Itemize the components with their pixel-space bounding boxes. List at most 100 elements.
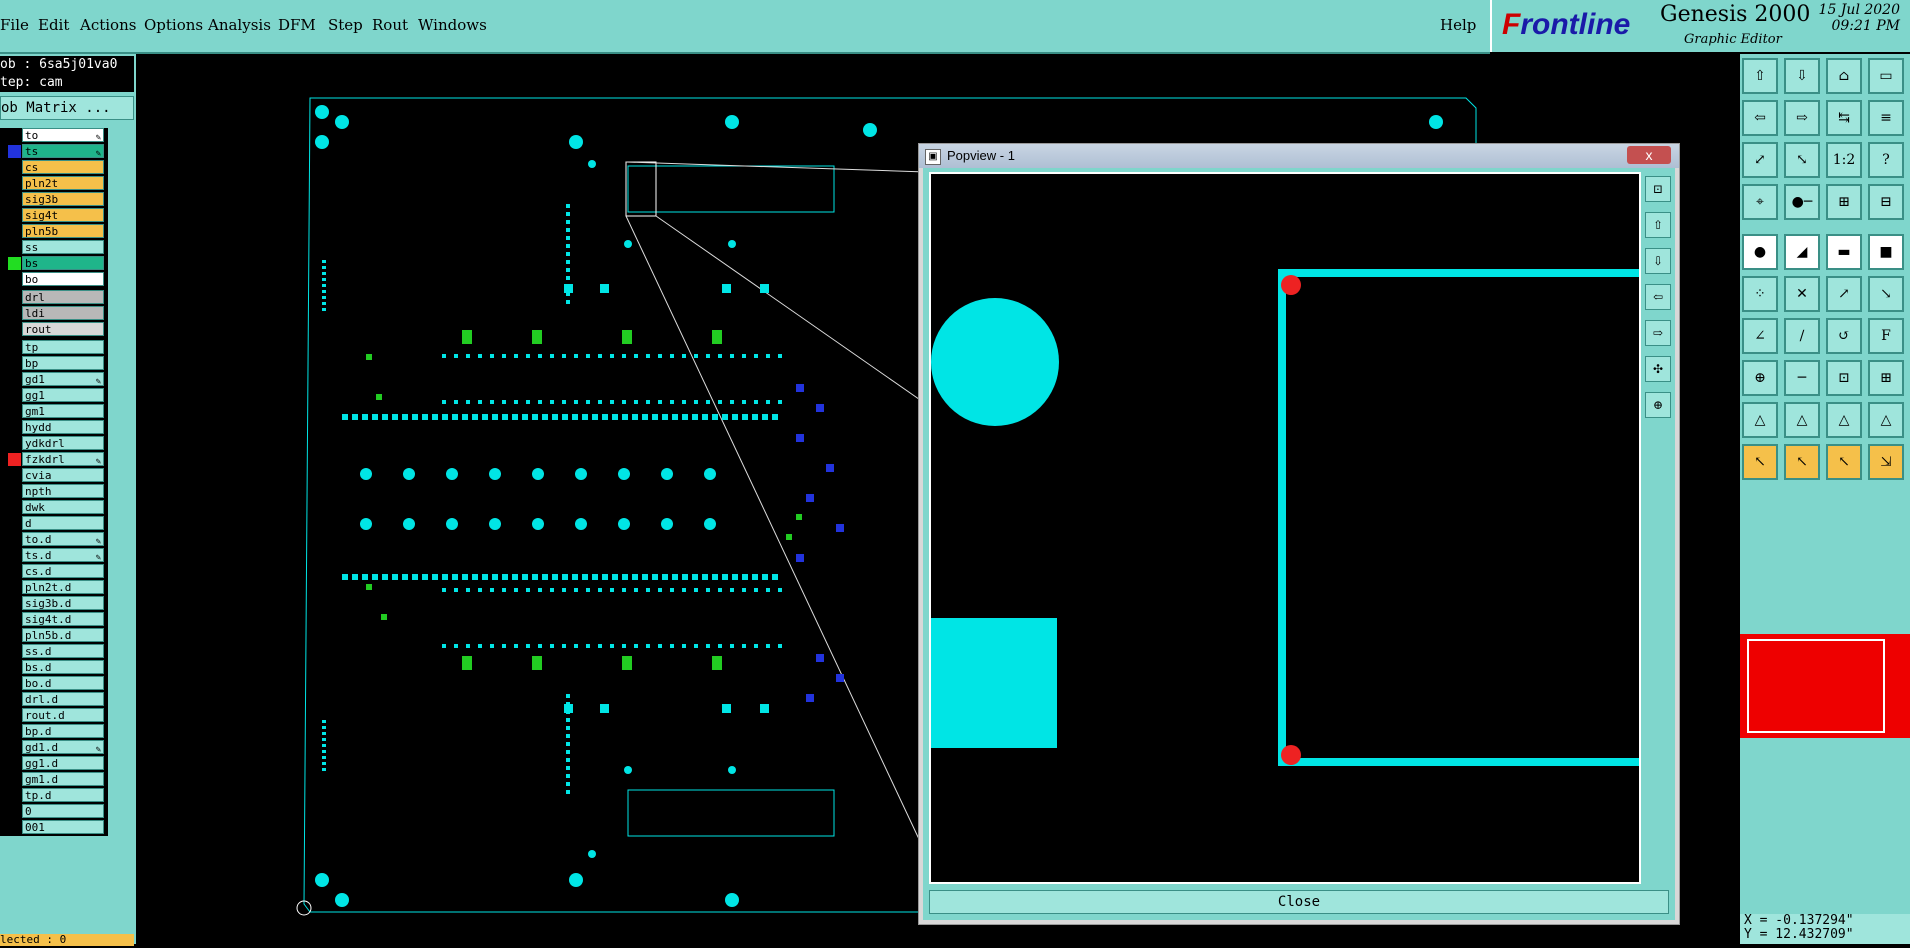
layer-row[interactable]: ydkdrl (0, 436, 108, 452)
layer-color-swatch[interactable] (8, 597, 21, 610)
layer-name[interactable]: bp.d (22, 724, 104, 738)
tool-button-icon[interactable]: ⇦ (1742, 100, 1778, 136)
layer-row[interactable]: gm1 (0, 404, 108, 420)
layer-row[interactable]: 001 (0, 820, 108, 836)
layer-color-swatch[interactable] (8, 725, 21, 738)
tool-button-icon[interactable]: ∠ (1742, 318, 1778, 354)
layer-color-swatch[interactable] (8, 741, 21, 754)
layer-name[interactable]: gm1.d (22, 772, 104, 786)
layer-color-swatch[interactable] (8, 709, 21, 722)
layer-name[interactable]: 001 (22, 820, 104, 834)
layer-color-swatch[interactable] (8, 533, 21, 546)
layer-color-swatch[interactable] (8, 373, 21, 386)
layer-color-swatch[interactable] (8, 485, 21, 498)
layer-color-swatch[interactable] (8, 257, 21, 270)
layer-row[interactable]: bo.d (0, 676, 108, 692)
layer-name[interactable]: ts.d ✎ (22, 548, 104, 563)
tool-button-icon[interactable]: ■ (1868, 234, 1904, 270)
layer-color-swatch[interactable] (8, 177, 21, 190)
tool-button-icon[interactable]: ⇧ (1742, 58, 1778, 94)
tool-button-icon[interactable]: ●─ (1784, 184, 1820, 220)
layer-name[interactable]: gg1.d (22, 756, 104, 770)
layer-color-swatch[interactable] (8, 405, 21, 418)
tool-button-icon[interactable]: ⇩ (1784, 58, 1820, 94)
layer-name[interactable]: sig4t.d (22, 612, 104, 626)
popview-close-button[interactable]: Close (929, 890, 1669, 914)
layer-color-swatch[interactable] (8, 453, 21, 466)
tool-button-icon[interactable]: ∕ (1784, 318, 1820, 354)
tool-button-icon[interactable]: ⊕ (1742, 360, 1778, 396)
tool-button-icon[interactable]: ≡ (1868, 100, 1904, 136)
layer-row[interactable]: bp (0, 356, 108, 372)
layer-color-swatch[interactable] (8, 581, 21, 594)
layer-name[interactable]: d (22, 516, 104, 530)
tool-button-icon[interactable]: ◢ (1784, 234, 1820, 270)
tool-button-icon[interactable]: ⊡ (1826, 360, 1862, 396)
layer-color-swatch[interactable] (8, 613, 21, 626)
menu-edit[interactable]: Edit (38, 16, 69, 34)
layer-name[interactable]: to.d ✎ (22, 532, 104, 547)
tool-button-icon[interactable]: ⁘ (1742, 276, 1778, 312)
tool-button-icon[interactable]: ✕ (1784, 276, 1820, 312)
layer-row[interactable]: rout (0, 322, 108, 338)
layer-name[interactable]: bs.d (22, 660, 104, 674)
layer-name[interactable]: ydkdrl (22, 436, 104, 450)
pan-right-icon[interactable]: ⇨ (1645, 320, 1671, 346)
layer-color-swatch[interactable] (8, 241, 21, 254)
zoom-fit-icon[interactable]: ⊡ (1645, 176, 1671, 202)
layer-name[interactable]: drl.d (22, 692, 104, 706)
layer-name[interactable]: ts ✎ (22, 144, 104, 159)
layer-name[interactable]: gd1.d ✎ (22, 740, 104, 755)
layer-name[interactable]: ss.d (22, 644, 104, 658)
tool-button-icon[interactable]: ─ (1784, 360, 1820, 396)
tool-button-icon[interactable]: △ (1742, 402, 1778, 438)
layer-row[interactable]: pln5b.d (0, 628, 108, 644)
layer-name[interactable]: ldi (22, 306, 104, 320)
layer-color-swatch[interactable] (8, 341, 21, 354)
tool-button-icon[interactable]: ▭ (1868, 58, 1904, 94)
layer-name[interactable]: pln5b (22, 224, 104, 238)
layer-color-swatch[interactable] (8, 273, 21, 286)
layer-row[interactable]: gg1.d (0, 756, 108, 772)
layer-name[interactable]: pln2t (22, 176, 104, 190)
layer-color-swatch[interactable] (8, 565, 21, 578)
layer-color-swatch[interactable] (8, 677, 21, 690)
fit-all-icon[interactable]: ✣ (1645, 356, 1671, 382)
tool-button-icon[interactable]: ⊞ (1868, 360, 1904, 396)
menu-actions[interactable]: Actions (80, 16, 136, 34)
menu-file[interactable]: File (0, 16, 29, 34)
layer-color-swatch[interactable] (8, 437, 21, 450)
layer-color-swatch[interactable] (8, 161, 21, 174)
tool-button-icon[interactable]: ↗ (1826, 276, 1862, 312)
tool-button-icon[interactable]: F (1868, 318, 1904, 354)
tool-button-icon[interactable]: ⌖ (1742, 184, 1778, 220)
layer-color-swatch[interactable] (8, 757, 21, 770)
layer-row[interactable]: bp.d (0, 724, 108, 740)
layer-row[interactable]: pln5b (0, 224, 108, 240)
layer-name[interactable]: sig4t (22, 208, 104, 222)
layer-row[interactable]: d (0, 516, 108, 532)
job-matrix-button[interactable]: ob Matrix ... (0, 96, 134, 120)
menu-help[interactable]: Help (1440, 16, 1476, 34)
layer-row[interactable]: ss.d (0, 644, 108, 660)
layer-name[interactable]: bp (22, 356, 104, 370)
menu-options[interactable]: Options (144, 16, 203, 34)
layer-row[interactable]: dwk (0, 500, 108, 516)
layer-color-swatch[interactable] (8, 291, 21, 304)
layer-name[interactable]: rout.d (22, 708, 104, 722)
layer-row[interactable]: tp.d (0, 788, 108, 804)
layer-row[interactable]: sig3b (0, 192, 108, 208)
popview-titlebar[interactable]: ▣ Popview - 1 x (919, 144, 1679, 168)
tool-button-icon[interactable]: ▬ (1826, 234, 1862, 270)
tool-button-icon[interactable]: ⤡ (1784, 142, 1820, 178)
layer-name[interactable]: dwk (22, 500, 104, 514)
layer-color-swatch[interactable] (8, 209, 21, 222)
layer-name[interactable]: cvia (22, 468, 104, 482)
layer-name[interactable]: sig3b.d (22, 596, 104, 610)
overview-minimap[interactable] (1740, 634, 1910, 738)
layer-name[interactable]: bs (22, 256, 104, 270)
layer-row[interactable]: bs.d (0, 660, 108, 676)
layer-color-swatch[interactable] (8, 821, 21, 834)
tool-button-icon[interactable]: ↘ (1868, 276, 1904, 312)
layer-name[interactable]: gg1 (22, 388, 104, 402)
